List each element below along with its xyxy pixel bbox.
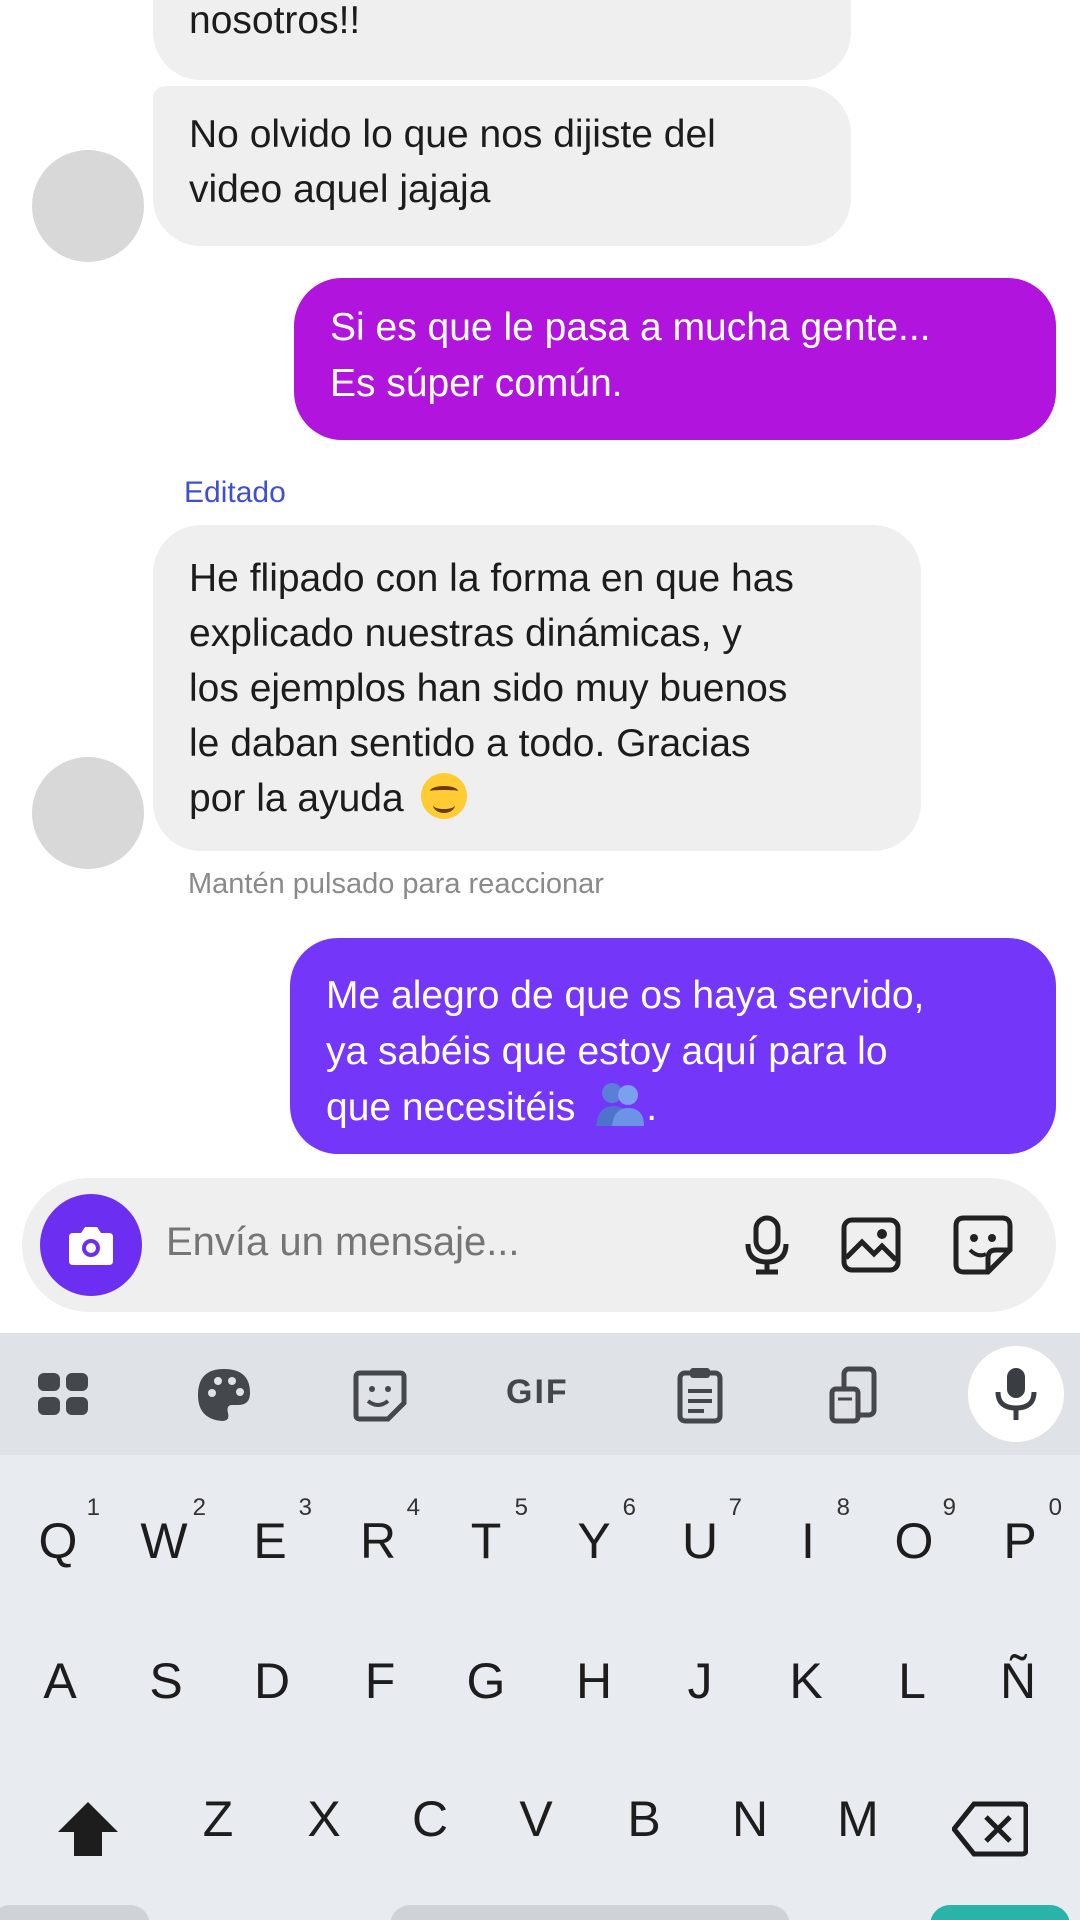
incoming-message[interactable]: nosotros!!: [153, 0, 851, 80]
message-text: los ejemplos han sido muy buenos: [189, 667, 788, 710]
avatar[interactable]: [32, 150, 144, 262]
camera-button[interactable]: [40, 1194, 142, 1296]
sticker-icon[interactable]: [952, 1214, 1014, 1276]
key-x[interactable]: X: [284, 1790, 364, 1848]
key-t[interactable]: T5: [446, 1494, 528, 1570]
keyboard-bottom-key[interactable]: [0, 1905, 150, 1920]
avatar[interactable]: [32, 757, 144, 869]
image-icon[interactable]: [840, 1214, 902, 1276]
key-e[interactable]: E3: [230, 1494, 312, 1570]
message-text: .: [646, 1086, 658, 1129]
message-text: He flipado con la forma en que has: [189, 557, 794, 600]
key-y[interactable]: Y6: [554, 1494, 636, 1570]
key-r[interactable]: R4: [338, 1494, 420, 1570]
key-p[interactable]: P0: [980, 1494, 1062, 1570]
message-text: Me alegro de que os haya servido,: [326, 974, 925, 1017]
microphone-icon: [995, 1368, 1037, 1420]
key-a[interactable]: A: [20, 1652, 100, 1710]
chat-thread: nosotros!! No olvido lo que nos dijiste …: [0, 0, 1080, 1328]
key-n-tilde[interactable]: Ñ: [978, 1652, 1058, 1710]
message-text: nosotros!!: [189, 0, 361, 42]
message-text: que necesitéis: [326, 1086, 576, 1129]
reaction-hint: Mantén pulsado para reaccionar: [188, 868, 604, 900]
key-o[interactable]: O9: [874, 1494, 956, 1570]
palette-icon[interactable]: [194, 1365, 254, 1425]
key-b[interactable]: B: [604, 1790, 684, 1848]
people-hugging-icon: [594, 1080, 646, 1128]
sticker-icon[interactable]: [350, 1365, 410, 1425]
message-text: ya sabéis que estoy aquí para lo: [326, 1030, 888, 1073]
smiling-face-icon: [420, 773, 467, 819]
key-i[interactable]: I8: [768, 1494, 850, 1570]
key-z[interactable]: Z: [178, 1790, 258, 1848]
key-v[interactable]: V: [496, 1790, 576, 1848]
key-n[interactable]: N: [710, 1790, 790, 1848]
message-text: explicado nuestras dinámicas, y: [189, 612, 742, 655]
backspace-icon[interactable]: [952, 1800, 1028, 1858]
key-d[interactable]: D: [232, 1652, 312, 1710]
voice-input-button[interactable]: [968, 1346, 1064, 1442]
message-input[interactable]: [166, 1220, 681, 1265]
keyboard-toolbar: GIF: [0, 1333, 1080, 1455]
camera-icon: [69, 1227, 113, 1265]
outgoing-message[interactable]: Me alegro de que os haya servido, ya sab…: [290, 938, 1056, 1154]
incoming-message[interactable]: No olvido lo que nos dijiste del video a…: [153, 86, 851, 246]
key-h[interactable]: H: [554, 1652, 634, 1710]
edited-label: Editado: [184, 476, 286, 509]
key-w[interactable]: W2: [124, 1494, 206, 1570]
microphone-icon[interactable]: [736, 1214, 798, 1276]
spacebar[interactable]: [390, 1905, 790, 1920]
gif-button[interactable]: GIF: [506, 1373, 569, 1412]
key-s[interactable]: S: [126, 1652, 206, 1710]
incoming-message[interactable]: He flipado con la forma en que has expli…: [153, 525, 921, 851]
key-j[interactable]: J: [660, 1652, 740, 1710]
message-text: Es súper común.: [330, 362, 623, 405]
key-f[interactable]: F: [340, 1652, 420, 1710]
key-m[interactable]: M: [818, 1790, 898, 1848]
key-q[interactable]: Q1: [18, 1494, 100, 1570]
clipboard-icon[interactable]: [670, 1365, 730, 1425]
message-text: Si es que le pasa a mucha gente...: [330, 306, 931, 349]
apps-grid-icon[interactable]: [34, 1365, 94, 1425]
message-text: video aquel jajaja: [189, 168, 491, 211]
phone-translate-icon[interactable]: [826, 1365, 886, 1425]
shift-icon[interactable]: [56, 1800, 120, 1858]
message-text: por la ayuda: [189, 777, 404, 820]
outgoing-message[interactable]: Si es que le pasa a mucha gente... Es sú…: [294, 278, 1056, 440]
enter-key[interactable]: [930, 1905, 1070, 1920]
key-u[interactable]: U7: [660, 1494, 742, 1570]
message-composer: [22, 1178, 1056, 1312]
key-c[interactable]: C: [390, 1790, 470, 1848]
message-text: No olvido lo que nos dijiste del: [189, 113, 716, 156]
message-text: le daban sentido a todo. Gracias: [189, 722, 751, 765]
key-g[interactable]: G: [446, 1652, 526, 1710]
key-k[interactable]: K: [766, 1652, 846, 1710]
key-l[interactable]: L: [872, 1652, 952, 1710]
